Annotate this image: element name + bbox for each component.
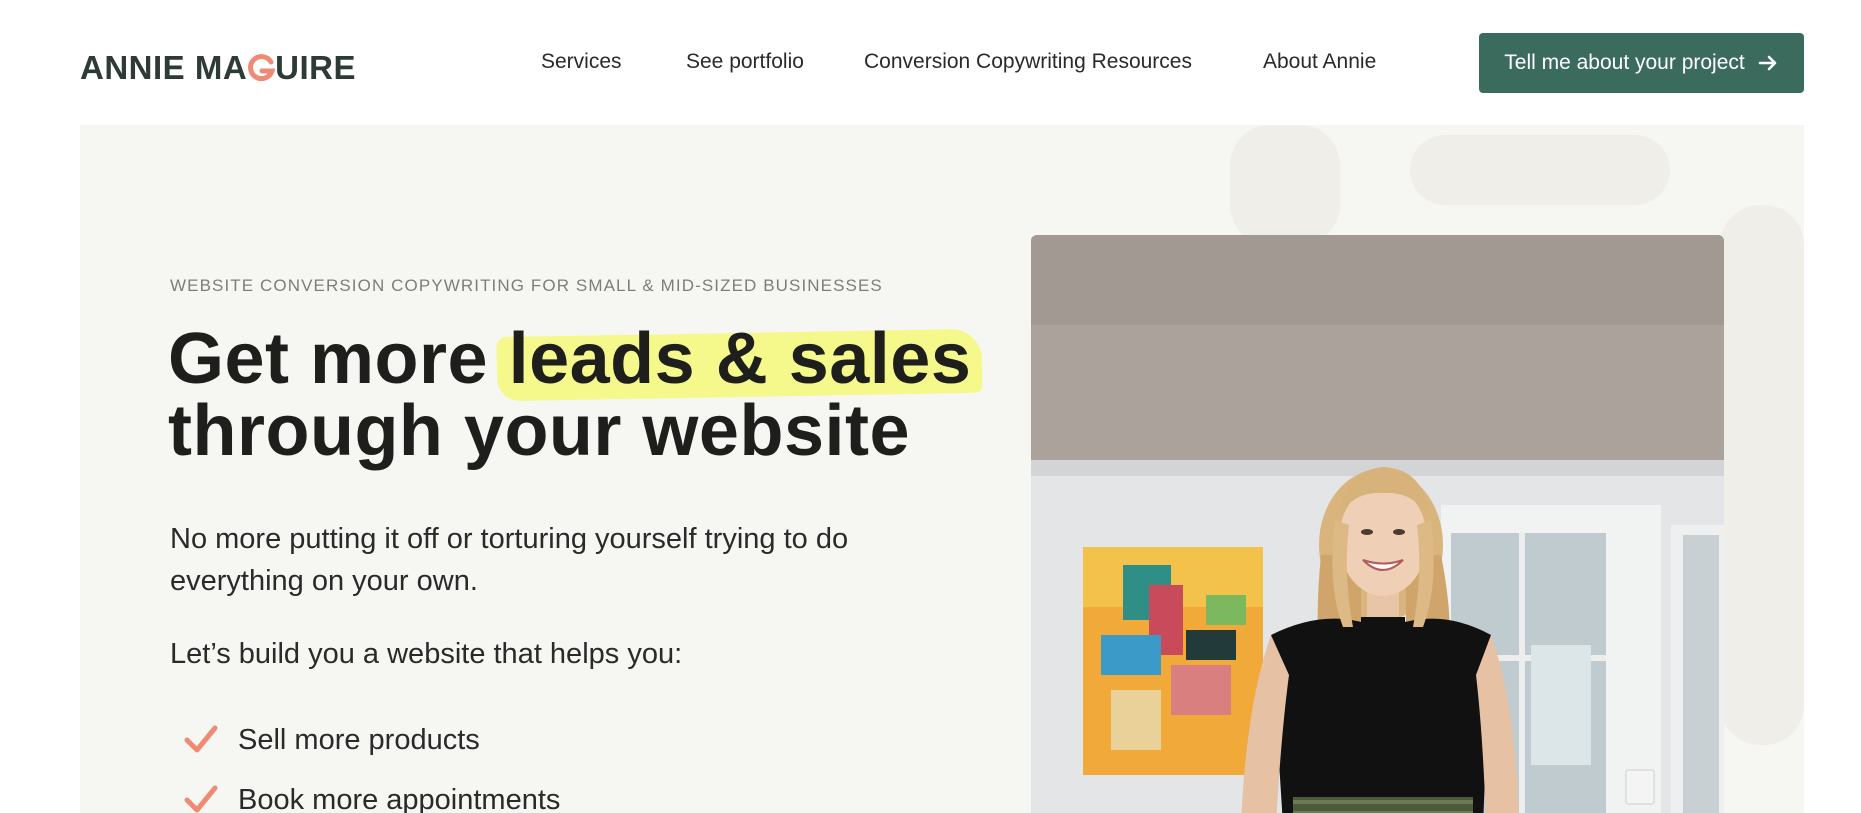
brush-texture — [1720, 205, 1804, 745]
benefit-label: Sell more products — [238, 723, 480, 756]
nav-item-services[interactable]: Services — [541, 46, 622, 78]
checkmark-icon — [184, 725, 218, 755]
hero-headline: Get more leads & sales through your webs… — [168, 323, 971, 467]
hero-photo — [1031, 235, 1724, 813]
cta-label: Tell me about your project — [1504, 51, 1745, 74]
brush-texture — [1230, 125, 1340, 245]
hero-subheadline: No more putting it off or torturing your… — [170, 523, 849, 597]
hero-eyebrow: WEBSITE CONVERSION COPYWRITING FOR SMALL… — [170, 276, 883, 295]
headline-line-2: through your website — [168, 391, 911, 471]
brush-texture — [1410, 135, 1670, 205]
logo-text-end: UIRE — [275, 49, 357, 86]
logo-g-mark — [247, 53, 276, 83]
list-item: Book more appointments — [184, 770, 560, 813]
checkmark-icon — [184, 785, 218, 813]
site-header: ANNIE MA UIRE Services See portfolio Con… — [0, 0, 1861, 125]
arrow-right-icon — [1757, 52, 1779, 74]
list-item: Sell more products — [184, 710, 560, 770]
hero-section: WEBSITE CONVERSION COPYWRITING FOR SMALL… — [80, 125, 1804, 813]
nav-item-resources[interactable]: Conversion Copywriting Resources — [864, 46, 1192, 78]
benefit-label: Book more appointments — [238, 783, 561, 813]
headline-line-1: Get more leads & sales — [168, 323, 971, 395]
headline-highlight-text: leads & sales — [508, 319, 972, 399]
headline-highlight: leads & sales — [509, 323, 972, 395]
hero-intro: Let’s build you a website that helps you… — [170, 638, 683, 670]
headline-prefix: Get more — [168, 319, 509, 399]
site-logo[interactable]: ANNIE MA UIRE — [80, 48, 356, 88]
nav-item-portfolio[interactable]: See portfolio — [686, 46, 804, 78]
project-cta-button[interactable]: Tell me about your project — [1479, 33, 1804, 93]
nav-item-about[interactable]: About Annie — [1263, 46, 1376, 78]
logo-text-start: ANNIE MA — [80, 49, 248, 86]
benefit-list: Sell more products Book more appointment… — [184, 710, 560, 813]
